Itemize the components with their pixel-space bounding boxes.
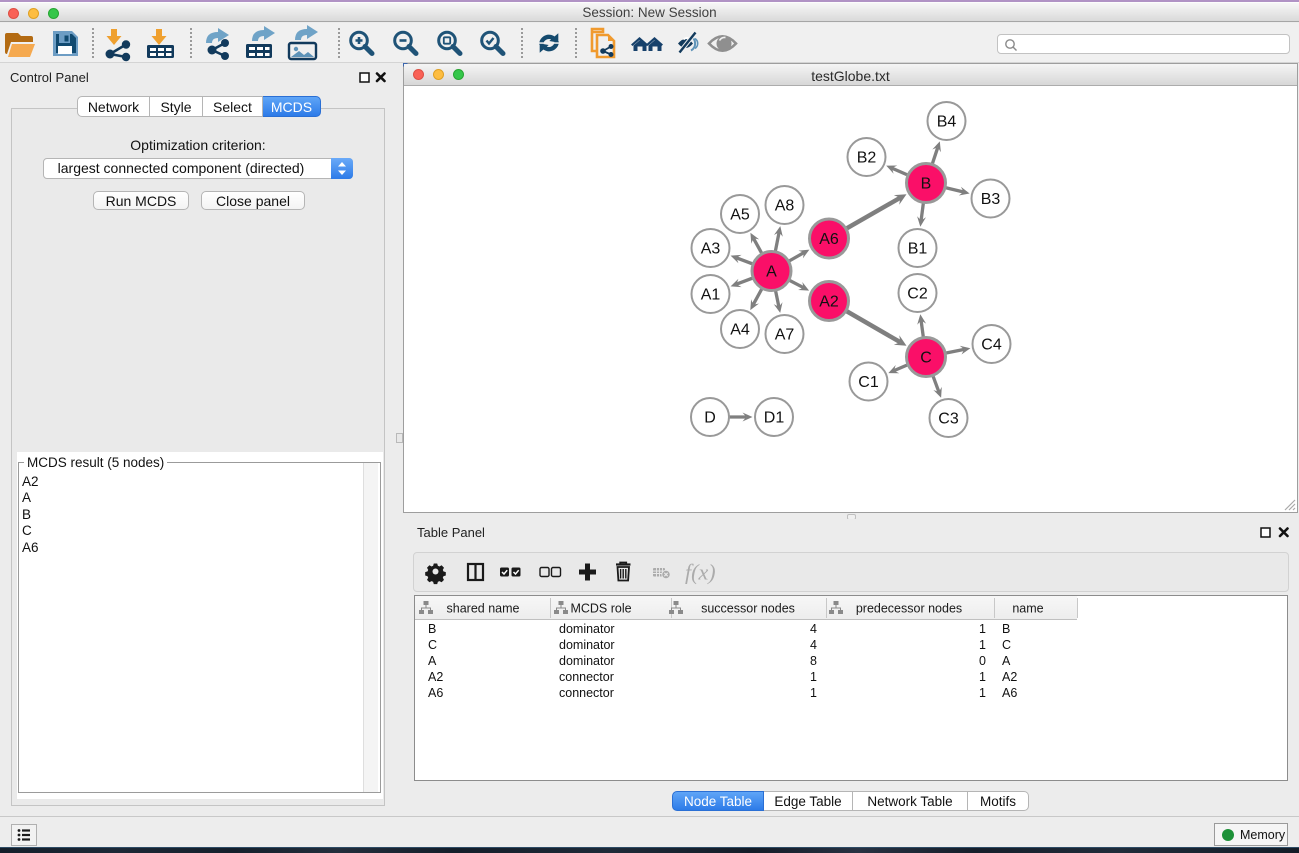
svg-text:MCDS role: MCDS role — [570, 602, 631, 616]
svg-text:A2: A2 — [819, 294, 839, 311]
svg-text:A4: A4 — [730, 322, 750, 339]
svg-text:B: B — [921, 176, 932, 193]
svg-text:connector: connector — [559, 670, 614, 684]
svg-text:A8: A8 — [775, 198, 795, 215]
svg-text:B3: B3 — [981, 191, 1001, 208]
svg-text:dominator: dominator — [559, 638, 615, 652]
svg-text:B1: B1 — [908, 241, 928, 258]
svg-text:0: 0 — [979, 654, 986, 668]
svg-text:A2: A2 — [1002, 670, 1017, 684]
svg-text:1: 1 — [979, 638, 986, 652]
svg-text:name: name — [1012, 602, 1043, 616]
svg-text:dominator: dominator — [559, 622, 615, 636]
svg-text:C: C — [920, 350, 932, 367]
svg-text:f(x): f(x) — [685, 559, 716, 584]
svg-text:C: C — [428, 638, 437, 652]
svg-text:A3: A3 — [701, 241, 721, 258]
svg-text:C1: C1 — [858, 374, 879, 391]
svg-text:D1: D1 — [764, 410, 785, 427]
svg-text:connector: connector — [559, 686, 614, 700]
svg-text:C: C — [1002, 638, 1011, 652]
svg-text:A6: A6 — [1002, 686, 1017, 700]
svg-text:1: 1 — [979, 622, 986, 636]
svg-text:A1: A1 — [701, 287, 721, 304]
svg-text:1: 1 — [810, 686, 817, 700]
svg-text:1: 1 — [810, 670, 817, 684]
svg-text:8: 8 — [810, 654, 817, 668]
svg-text:dominator: dominator — [559, 654, 615, 668]
svg-text:4: 4 — [810, 638, 817, 652]
svg-text:B: B — [428, 622, 436, 636]
svg-text:D: D — [704, 410, 716, 427]
svg-text:A2: A2 — [428, 670, 443, 684]
svg-text:1: 1 — [979, 670, 986, 684]
svg-text:successor nodes: successor nodes — [701, 602, 795, 616]
svg-text:C3: C3 — [938, 411, 959, 428]
svg-text:B4: B4 — [937, 114, 957, 131]
svg-text:B: B — [1002, 622, 1010, 636]
svg-text:1: 1 — [979, 686, 986, 700]
svg-text:A: A — [428, 654, 437, 668]
svg-text:C2: C2 — [907, 286, 928, 303]
svg-text:A: A — [1002, 654, 1011, 668]
svg-text:A7: A7 — [775, 327, 795, 344]
svg-text:shared name: shared name — [447, 602, 520, 616]
svg-text:C4: C4 — [981, 337, 1002, 354]
svg-text:A5: A5 — [730, 207, 750, 224]
svg-text:B2: B2 — [857, 150, 877, 167]
svg-text:4: 4 — [810, 622, 817, 636]
svg-text:A: A — [766, 264, 777, 281]
svg-text:A6: A6 — [428, 686, 443, 700]
svg-text:predecessor nodes: predecessor nodes — [856, 602, 962, 616]
svg-text:A6: A6 — [819, 231, 839, 248]
